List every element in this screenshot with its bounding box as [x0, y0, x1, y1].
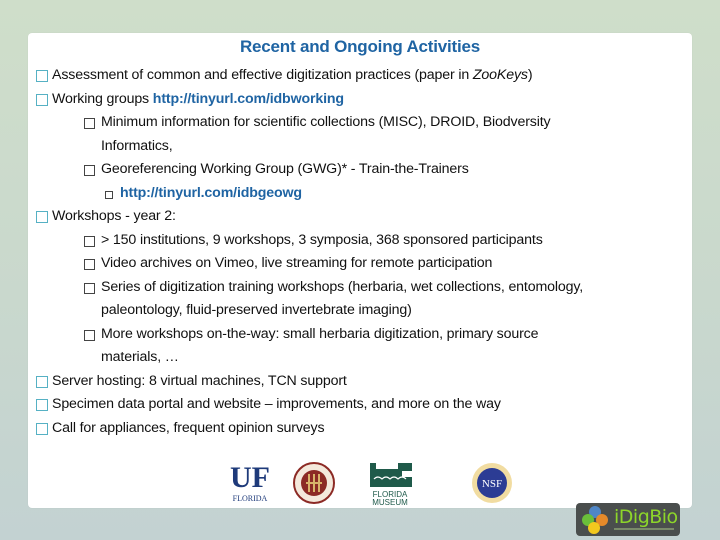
bullet-square-icon — [36, 375, 48, 388]
list-item: > 150 institutions, 9 workshops, 3 sympo… — [28, 229, 692, 253]
item-text: Georeferencing Working Group (GWG)* - Tr… — [101, 161, 469, 177]
bullet-square-icon — [84, 235, 95, 247]
item-text: Server hosting: 8 virtual machines, TCN … — [52, 372, 347, 389]
list-item: Server hosting: 8 virtual machines, TCN … — [28, 370, 692, 394]
bullet-square-icon — [84, 165, 95, 176]
item-link[interactable]: http://tinyurl.com/idbgeowg — [120, 185, 302, 201]
list-item: Workshops - year 2: — [28, 205, 692, 229]
list-item: Series of digitization training workshop… — [28, 276, 692, 323]
item-text: Working groups — [52, 90, 153, 107]
bullet-list: Assessment of common and effective digit… — [28, 64, 692, 440]
item-link[interactable]: http://tinyurl.com/idbworking — [153, 91, 344, 107]
item-text-continued: paleontology, fluid-preserved invertebra… — [101, 302, 412, 318]
list-item: More workshops on-the-way: small herbari… — [28, 323, 692, 370]
list-item: http://tinyurl.com/idbgeowg — [28, 182, 692, 206]
bullet-square-icon — [36, 93, 48, 106]
item-italic-text: ZooKeys — [472, 67, 528, 83]
list-item: Video archives on Vimeo, live streaming … — [28, 252, 692, 276]
bullet-square-icon — [36, 211, 48, 223]
idigbio-logo: iDigBio — [576, 503, 680, 536]
fsu-seal-icon — [293, 462, 335, 504]
idigbio-tagline — [614, 528, 674, 530]
florida-museum-logo: FLORIDA MUSEUM — [370, 463, 412, 507]
idigbio-wordmark: iDigBio — [614, 506, 678, 528]
idigbio-leaves-icon — [582, 506, 608, 534]
uf-sub: FLORIDA — [233, 494, 268, 503]
item-text: Specimen data portal and website – impro… — [52, 396, 501, 412]
bullet-square-icon — [84, 259, 95, 270]
item-text-continued: Informatics, — [101, 137, 173, 154]
bullet-square-icon — [36, 422, 48, 435]
list-item: Working groups http://tinyurl.com/idbwor… — [28, 88, 692, 112]
item-text: Call for appliances, frequent opinion su… — [52, 419, 325, 436]
list-item: Minimum information for scientific colle… — [28, 111, 692, 158]
list-item: Assessment of common and effective digit… — [28, 64, 692, 88]
bullet-square-icon — [84, 329, 95, 341]
uf-mark: UF — [230, 461, 270, 494]
item-text: Assessment of common and effective digit… — [52, 67, 473, 83]
bullet-square-icon — [36, 70, 48, 82]
uf-logo: UF FLORIDA — [230, 461, 270, 503]
nsf-logo: NSF — [472, 463, 512, 503]
bullet-square-icon — [105, 190, 113, 199]
slide-panel: Recent and Ongoing Activities Assessment… — [28, 33, 692, 508]
item-text: Workshops - year 2: — [52, 208, 176, 224]
list-item: Specimen data portal and website – impro… — [28, 393, 692, 417]
flmnh-line2: MUSEUM — [372, 498, 408, 507]
item-text-after: ) — [527, 67, 533, 83]
partner-logos: UF FLORIDA FLORIDA MUSEUM NSF — [228, 461, 528, 507]
item-text: More workshops on-the-way: small herbari… — [101, 325, 539, 342]
list-item: Georeferencing Working Group (GWG)* - Tr… — [28, 158, 692, 182]
bullet-square-icon — [84, 118, 95, 129]
nsf-mark: NSF — [482, 478, 502, 490]
list-item: Call for appliances, frequent opinion su… — [28, 417, 692, 441]
bullet-square-icon — [84, 282, 95, 294]
item-text: Video archives on Vimeo, live streaming … — [101, 255, 493, 271]
item-text-continued: materials, … — [101, 349, 179, 365]
bullet-square-icon — [36, 399, 48, 411]
slide-title: Recent and Ongoing Activities — [239, 37, 481, 56]
item-text: > 150 institutions, 9 workshops, 3 sympo… — [101, 231, 543, 248]
item-text: Series of digitization training workshop… — [101, 278, 584, 295]
item-text: Minimum information for scientific colle… — [101, 114, 551, 130]
